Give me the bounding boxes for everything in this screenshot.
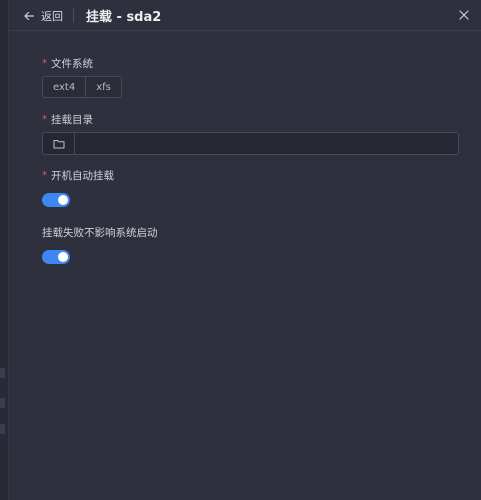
filesystem-selector: ext4 xfs — [42, 76, 122, 98]
filesystem-label-text: 文件系统 — [51, 58, 93, 70]
ignore-failure-label-text: 挂载失败不影响系统启动 — [42, 227, 158, 239]
required-mark: * — [42, 114, 47, 125]
ignore-failure-toggle[interactable] — [42, 250, 70, 264]
back-button[interactable]: 返回 — [23, 7, 63, 24]
auto-mount-toggle[interactable] — [42, 193, 70, 207]
mount-dir-field — [42, 132, 459, 155]
header-divider — [73, 8, 74, 23]
page-title: 挂载 - sda2 — [86, 10, 162, 25]
required-mark: * — [42, 170, 47, 181]
strip-mark — [0, 368, 5, 378]
arrow-left-icon — [23, 10, 35, 22]
drawer-header: 返回 挂载 - sda2 — [9, 0, 481, 31]
mount-dir-label: * 挂载目录 — [42, 112, 93, 127]
close-button[interactable] — [457, 8, 471, 22]
auto-mount-label: * 开机自动挂载 — [42, 168, 114, 183]
ignore-failure-label: 挂载失败不影响系统启动 — [42, 225, 158, 240]
background-panel-edge — [0, 0, 9, 500]
mount-dir-label-text: 挂载目录 — [51, 114, 93, 126]
browse-folder-button[interactable] — [43, 133, 75, 154]
toggle-knob — [58, 195, 68, 205]
folder-icon — [53, 134, 65, 153]
mount-drawer: 返回 挂载 - sda2 * 文件系统 ext4 xfs * 挂载目录 * 开机… — [0, 0, 481, 500]
auto-mount-label-text: 开机自动挂载 — [51, 170, 114, 182]
close-icon — [457, 8, 471, 22]
strip-mark — [0, 398, 5, 408]
strip-mark — [0, 424, 5, 434]
mount-dir-input[interactable] — [75, 133, 458, 154]
back-label: 返回 — [41, 9, 63, 23]
filesystem-option-ext4[interactable]: ext4 — [43, 77, 85, 97]
required-mark: * — [42, 58, 47, 69]
filesystem-option-xfs[interactable]: xfs — [85, 77, 121, 97]
toggle-knob — [58, 252, 68, 262]
filesystem-label: * 文件系统 — [42, 56, 93, 71]
